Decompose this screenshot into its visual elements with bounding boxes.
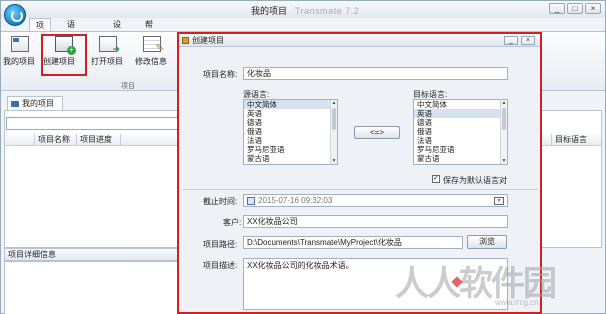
detail-panel xyxy=(4,261,178,314)
edit-info-icon xyxy=(143,36,164,54)
list-item[interactable]: 德语 xyxy=(414,118,507,127)
list-item[interactable]: 德语 xyxy=(244,118,337,127)
client-input[interactable]: XX化妆品公司 xyxy=(243,215,508,228)
column-header-target-language[interactable]: 目标语言 xyxy=(551,134,601,146)
path-input[interactable]: D:\Documents\Transmate\MyProject\化妆品 xyxy=(243,236,463,249)
date-checkbox-icon[interactable] xyxy=(247,196,255,205)
list-item[interactable]: 蒙古语 xyxy=(244,154,337,163)
watermark-url: www.rrcg.cn xyxy=(495,298,539,307)
dialog-title-bar: 创建项目 _ × xyxy=(179,34,540,47)
path-label: 项目路径: xyxy=(203,240,238,249)
list-item[interactable]: 英语 xyxy=(244,109,337,118)
my-projects-button[interactable]: 我的项目 xyxy=(3,36,37,76)
list-item[interactable]: 中文简体 xyxy=(414,100,507,109)
tab-my-projects[interactable]: 我的项目 xyxy=(7,96,63,110)
site-watermark-logo: 人人软件园 www.rrcg.cn xyxy=(395,256,606,314)
list-item[interactable]: 英语 xyxy=(414,109,507,118)
save-default-label: 保存为默认语言对 xyxy=(443,176,507,185)
minimize-button[interactable]: _ xyxy=(549,3,565,14)
app-logo-icon[interactable] xyxy=(4,4,26,26)
open-project-label: 打开项目 xyxy=(91,57,123,66)
title-bar: 我的项目 Transmate 7.2 _ □ × xyxy=(1,1,605,18)
deadline-label: 截止时间: xyxy=(203,197,238,206)
menu-item-help[interactable]: 帮助 xyxy=(139,18,159,43)
project-name-label: 项目名称: xyxy=(203,70,238,79)
dialog-title: 创建项目 xyxy=(192,36,224,45)
project-tab-icon xyxy=(11,100,19,107)
browse-button[interactable]: 浏览 xyxy=(467,235,507,249)
row-selector-header xyxy=(5,134,35,146)
create-project-button[interactable]: 创建项目 xyxy=(41,34,87,76)
target-language-list[interactable]: 中文简体 英语 德语 俄语 法语 罗马尼亚语 蒙古语 ▲ ▼ xyxy=(413,99,508,165)
list-item[interactable]: 中文简体 xyxy=(244,100,337,109)
menu-item-settings[interactable]: 设置 xyxy=(107,18,127,43)
description-label: 项目描述: xyxy=(203,261,238,270)
list-item[interactable]: 罗马尼亚语 xyxy=(414,145,507,154)
close-button[interactable]: × xyxy=(585,3,601,14)
dialog-minimize-button[interactable]: _ xyxy=(504,36,518,45)
menu-item-corpus[interactable]: 语料管理 xyxy=(61,18,81,71)
edit-info-button[interactable]: 修改信息 xyxy=(135,36,169,76)
source-language-list[interactable]: 中文简体 英语 德语 俄语 法语 罗马尼亚语 蒙古语 ▲ ▼ xyxy=(243,99,338,165)
ribbon-group-label: 项目 xyxy=(121,83,135,90)
calendar-icon[interactable]: ▾ xyxy=(494,197,504,205)
my-projects-icon xyxy=(11,36,29,52)
deadline-value: 2015-07-16 09:32:03 xyxy=(258,196,333,205)
column-header-name[interactable]: 项目名称 xyxy=(35,134,77,146)
dialog-close-button[interactable]: × xyxy=(521,36,535,45)
column-header-progress[interactable]: 项目进度 xyxy=(77,134,121,146)
tab-label: 我的项目 xyxy=(22,99,54,108)
create-project-icon xyxy=(55,36,76,55)
source-list-scrollbar[interactable]: ▲ ▼ xyxy=(330,100,337,164)
list-item[interactable]: 俄语 xyxy=(244,127,337,136)
window-title: 我的项目 Transmate 7.2 xyxy=(251,6,360,16)
save-default-checkbox[interactable]: ✓ xyxy=(432,175,440,183)
list-item[interactable]: 罗马尼亚语 xyxy=(244,145,337,154)
project-name-input[interactable]: 化妆品 xyxy=(243,67,508,80)
deadline-picker[interactable]: 2015-07-16 09:32:03 ▾ xyxy=(243,194,508,207)
create-project-label: 创建项目 xyxy=(43,57,75,66)
my-projects-label: 我的项目 xyxy=(3,57,35,66)
swap-languages-button[interactable]: <=> xyxy=(354,126,400,139)
edit-info-label: 修改信息 xyxy=(135,57,167,66)
menu-item-project[interactable]: 项目 xyxy=(29,18,51,44)
dialog-icon xyxy=(182,37,189,44)
list-item[interactable]: 法语 xyxy=(244,136,337,145)
open-project-icon xyxy=(99,36,120,54)
maximize-button[interactable]: □ xyxy=(567,3,583,14)
search-input[interactable] xyxy=(6,117,181,130)
divider xyxy=(183,189,538,190)
open-project-button[interactable]: 打开项目 xyxy=(91,36,125,76)
target-list-scrollbar[interactable]: ▲ ▼ xyxy=(500,100,507,164)
list-item[interactable]: 蒙古语 xyxy=(414,154,507,163)
list-item[interactable]: 俄语 xyxy=(414,127,507,136)
detail-panel-title: 项目详细信息 xyxy=(4,248,178,261)
list-item[interactable]: 法语 xyxy=(414,136,507,145)
client-label: 客户: xyxy=(223,218,242,227)
